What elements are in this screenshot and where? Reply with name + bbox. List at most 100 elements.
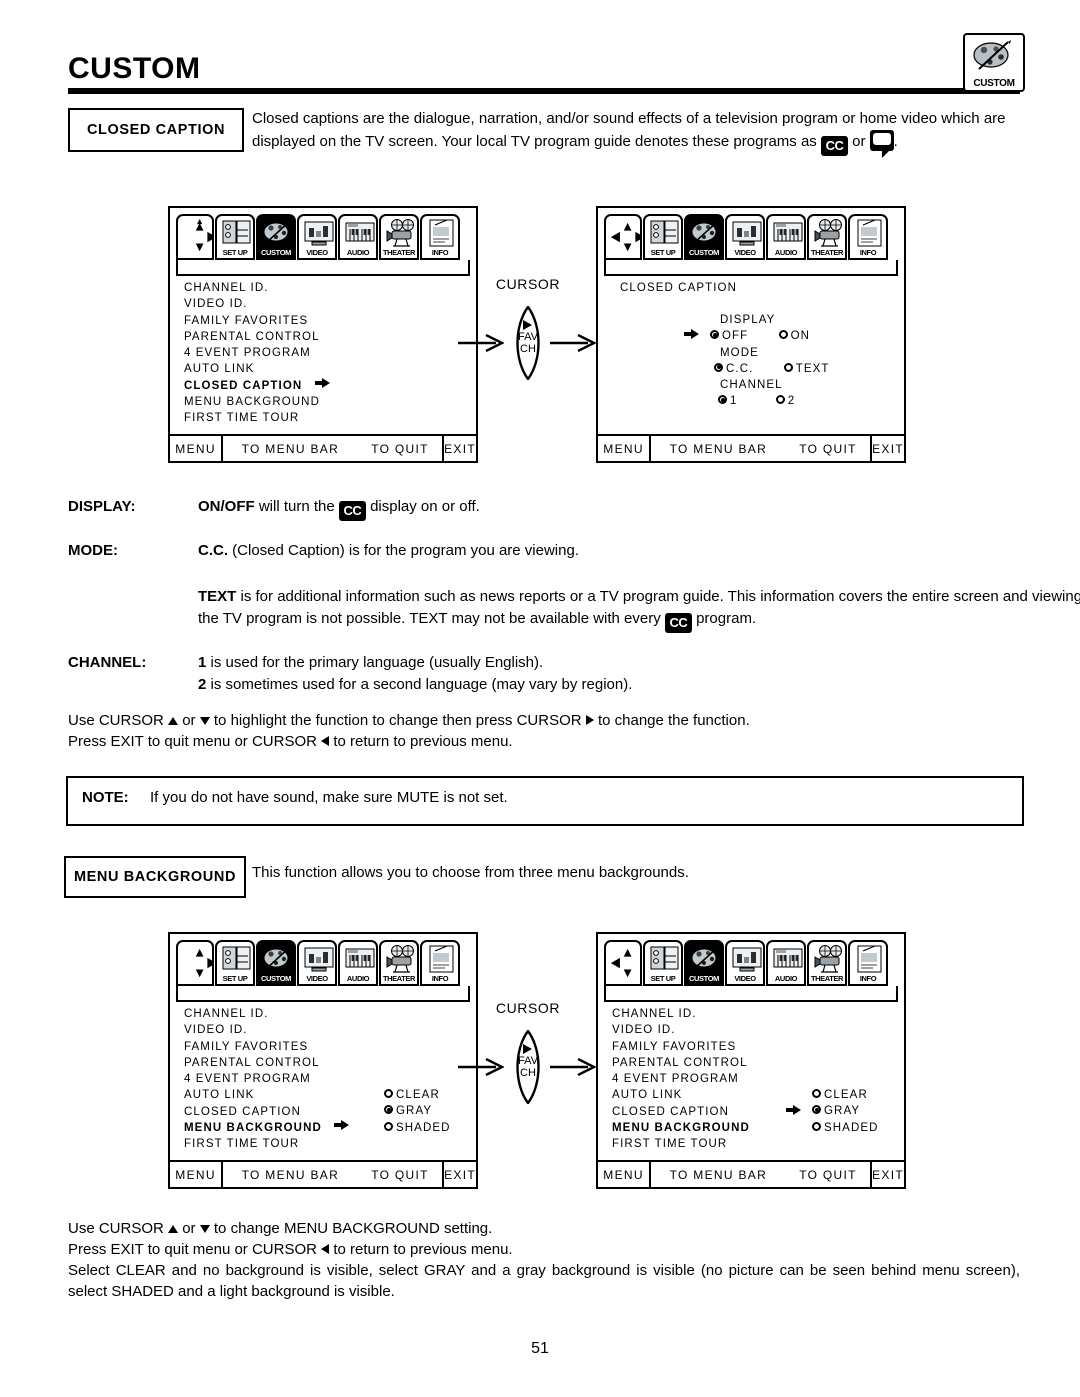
- tab-info-label: INFO: [859, 248, 877, 257]
- osd1-bar-underline: [176, 260, 470, 276]
- tab-custom-label: CUSTOM: [689, 974, 719, 983]
- note-label: NOTE:: [82, 789, 129, 806]
- section-label-menu-background: MENU BACKGROUND: [64, 856, 246, 898]
- menu-item-channel-id[interactable]: CHANNEL ID.: [612, 1006, 750, 1022]
- tab-theater[interactable]: THEATER: [807, 940, 847, 986]
- tab-video[interactable]: VIDEO: [725, 214, 765, 260]
- group-display-label: DISPLAY: [720, 314, 776, 326]
- option-channel-2[interactable]: 2: [775, 393, 796, 409]
- note-text: If you do not have sound, make sure MUTE…: [150, 789, 508, 806]
- radio-on[interactable]: [778, 330, 788, 340]
- menu-item-menu-background-selected[interactable]: MENU BACKGROUND: [184, 1120, 350, 1136]
- osd3-background-options: CLEAR GRAY SHADED: [384, 1087, 451, 1136]
- info-icon: [429, 945, 454, 973]
- menu-item-auto-link[interactable]: AUTO LINK: [184, 1087, 349, 1103]
- radio-clear[interactable]: [384, 1089, 393, 1098]
- menu-item-closed-caption[interactable]: CLOSED CAPTION: [612, 1104, 750, 1120]
- radio-channel-1[interactable]: [718, 395, 727, 405]
- menu-item-video-id[interactable]: VIDEO ID.: [612, 1022, 750, 1038]
- tab-theater[interactable]: THEATER: [807, 214, 847, 260]
- menu-item-parental-control[interactable]: PARENTAL CONTROL: [184, 329, 330, 345]
- option-shaded-label: SHADED: [396, 1121, 451, 1134]
- radio-clear[interactable]: [812, 1089, 821, 1098]
- menu-item-family-favorites[interactable]: FAMILY FAVORITES: [184, 313, 330, 329]
- menu-item-first-time-tour[interactable]: FIRST TIME TOUR: [184, 1136, 349, 1152]
- tab-video[interactable]: VIDEO: [725, 940, 765, 986]
- radio-shaded[interactable]: [812, 1121, 821, 1131]
- tab-custom[interactable]: CUSTOM: [256, 940, 296, 986]
- option-shaded[interactable]: SHADED: [384, 1120, 451, 1136]
- cc-icon: CC: [820, 136, 848, 156]
- ch1-c: to highlight the function to change then…: [213, 712, 582, 729]
- option-mode-cc[interactable]: C.C.: [714, 362, 753, 375]
- radio-text[interactable]: [783, 362, 793, 372]
- menu-item-channel-id[interactable]: CHANNEL ID.: [184, 280, 330, 296]
- channel-definition: 1 is used for the primary language (usua…: [198, 652, 1028, 696]
- setup-icon: [650, 220, 679, 244]
- footer-to-menu-bar: TO MENU BAR: [669, 1167, 768, 1182]
- menu-item-auto-link[interactable]: AUTO LINK: [184, 361, 330, 377]
- menu-item-family-favorites[interactable]: FAMILY FAVORITES: [184, 1039, 349, 1055]
- tab-custom[interactable]: CUSTOM: [684, 214, 724, 260]
- text-rest-1: is for additional information such as ne…: [198, 588, 1080, 627]
- osd3-bar-underline: [176, 986, 470, 1002]
- radio-off[interactable]: [710, 330, 719, 340]
- menu-item-closed-caption-selected[interactable]: CLOSED CAPTION: [184, 377, 330, 394]
- option-clear[interactable]: CLEAR: [812, 1087, 879, 1103]
- tab-audio[interactable]: AUDIO: [338, 940, 378, 986]
- radio-gray[interactable]: [812, 1105, 821, 1115]
- tab-setup[interactable]: SET UP: [643, 940, 683, 986]
- fav-ch-button[interactable]: FAV CH: [511, 1030, 545, 1104]
- option-gray-selected[interactable]: GRAY: [786, 1103, 879, 1119]
- menu-item-first-time-tour[interactable]: FIRST TIME TOUR: [184, 410, 330, 426]
- tab-theater[interactable]: THEATER: [379, 214, 419, 260]
- tab-audio[interactable]: AUDIO: [766, 940, 806, 986]
- option-clear[interactable]: CLEAR: [384, 1087, 451, 1103]
- option-gray[interactable]: GRAY: [384, 1103, 451, 1119]
- option-shaded[interactable]: SHADED: [812, 1120, 879, 1136]
- tab-info[interactable]: INFO: [420, 940, 460, 986]
- fav-text: FAV: [518, 1055, 538, 1067]
- tab-video[interactable]: VIDEO: [297, 940, 337, 986]
- menu-item-4-event-program[interactable]: 4 EVENT PROGRAM: [184, 1071, 349, 1087]
- tab-video[interactable]: VIDEO: [297, 214, 337, 260]
- menu-item-parental-control[interactable]: PARENTAL CONTROL: [184, 1055, 349, 1071]
- option-display-off[interactable]: OFF: [710, 330, 748, 342]
- menu-item-auto-link[interactable]: AUTO LINK: [612, 1087, 750, 1103]
- tab-info[interactable]: INFO: [420, 214, 460, 260]
- tab-setup[interactable]: SET UP: [643, 214, 683, 260]
- menu-item-4-event-program[interactable]: 4 EVENT PROGRAM: [612, 1071, 750, 1087]
- tab-setup[interactable]: SET UP: [215, 940, 255, 986]
- osd2-heading: CLOSED CAPTION: [620, 282, 738, 294]
- option-mode-text[interactable]: TEXT: [783, 361, 830, 377]
- tab-setup[interactable]: SET UP: [215, 214, 255, 260]
- radio-gray[interactable]: [384, 1105, 393, 1115]
- fav-ch-button[interactable]: FAV CH: [511, 306, 545, 380]
- menu-item-video-id[interactable]: VIDEO ID.: [184, 296, 330, 312]
- option-channel-1[interactable]: 1: [718, 395, 738, 407]
- tab-info[interactable]: INFO: [848, 214, 888, 260]
- radio-channel-2[interactable]: [775, 395, 785, 405]
- radio-shaded[interactable]: [384, 1121, 393, 1131]
- radio-cc[interactable]: [714, 362, 723, 372]
- tab-custom[interactable]: CUSTOM: [684, 940, 724, 986]
- tab-audio[interactable]: AUDIO: [766, 214, 806, 260]
- mode-term: MODE:: [68, 542, 118, 559]
- menu-item-family-favorites[interactable]: FAMILY FAVORITES: [612, 1039, 750, 1055]
- menu-item-first-time-tour[interactable]: FIRST TIME TOUR: [612, 1136, 750, 1152]
- tab-custom[interactable]: CUSTOM: [256, 214, 296, 260]
- mode-rest: (Closed Caption) is for the program you …: [232, 542, 579, 559]
- menu-item-parental-control[interactable]: PARENTAL CONTROL: [612, 1055, 750, 1071]
- menu-item-menu-background-selected[interactable]: MENU BACKGROUND: [612, 1120, 750, 1136]
- tab-audio[interactable]: AUDIO: [338, 214, 378, 260]
- menu-item-channel-id[interactable]: CHANNEL ID.: [184, 1006, 349, 1022]
- menu-item-4-event-program[interactable]: 4 EVENT PROGRAM: [184, 345, 330, 361]
- menu-item-menu-background[interactable]: MENU BACKGROUND: [184, 394, 330, 410]
- tab-theater[interactable]: THEATER: [379, 940, 419, 986]
- menu-item-video-id[interactable]: VIDEO ID.: [184, 1022, 349, 1038]
- menu-item-closed-caption[interactable]: CLOSED CAPTION: [184, 1104, 349, 1120]
- option-display-on[interactable]: ON: [778, 328, 810, 344]
- display-definition: ON/OFF will turn the CC display on or of…: [198, 496, 1028, 521]
- osd-screen-custom-menu: SET UP CUSTOM VIDEO AUDIO THEATER INFO C…: [168, 206, 478, 463]
- tab-info[interactable]: INFO: [848, 940, 888, 986]
